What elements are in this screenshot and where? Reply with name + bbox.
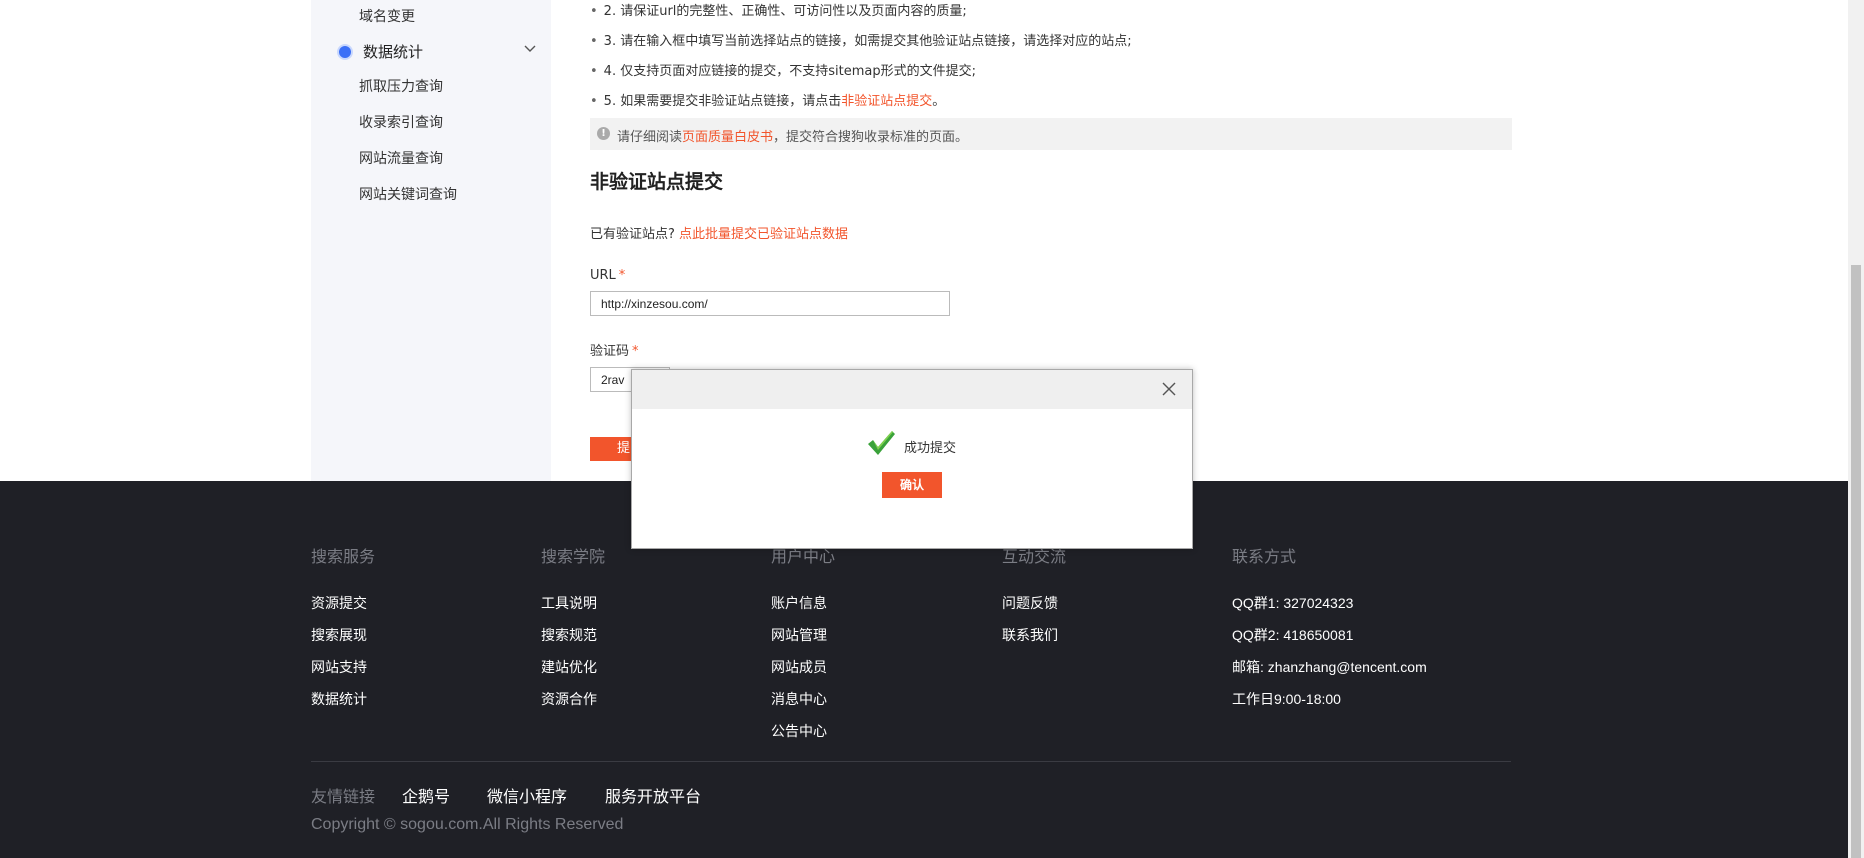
non-verified-submit-link[interactable]: 非验证站点提交 xyxy=(841,94,932,109)
footer-link[interactable]: 网站成员 xyxy=(771,657,827,677)
confirm-button[interactable]: 确认 xyxy=(882,472,942,498)
friend-links-label: 友情链接 xyxy=(311,787,376,806)
friend-link[interactable]: 微信小程序 xyxy=(487,783,567,807)
scrollbar-thumb[interactable] xyxy=(1851,265,1861,858)
footer-link[interactable]: 公告中心 xyxy=(771,721,827,741)
sidebar-item-domain-change[interactable]: 域名变更 xyxy=(359,6,415,26)
success-dialog: 成功提交 确认 xyxy=(631,369,1193,549)
copyright: Copyright © sogou.com.All Rights Reserve… xyxy=(311,816,624,833)
footer-link[interactable]: 工具说明 xyxy=(541,593,597,613)
footer-link[interactable]: 联系我们 xyxy=(1002,625,1058,645)
footer-col-title: 搜索学院 xyxy=(541,547,606,566)
sidebar-item-keyword-query[interactable]: 网站关键词查询 xyxy=(359,184,457,204)
sidebar-item-crawl-pressure[interactable]: 抓取压力查询 xyxy=(359,76,443,96)
footer-divider xyxy=(311,761,1511,762)
bullet-dot-icon xyxy=(339,46,351,58)
footer-link[interactable]: 资源合作 xyxy=(541,689,597,709)
contact-qq2: QQ群2: 418650081 xyxy=(1232,627,1354,643)
footer-link[interactable]: 搜索规范 xyxy=(541,625,597,645)
notice-bar: ! 请仔细阅读页面质量白皮书，提交符合搜狗收录标准的页面。 xyxy=(590,118,1512,150)
sidebar-group-data-stats[interactable]: 数据统计 xyxy=(329,40,539,62)
dialog-header xyxy=(632,370,1192,409)
batch-submit-link[interactable]: 点此批量提交已验证站点数据 xyxy=(679,227,848,242)
footer-link[interactable]: 网站支持 xyxy=(311,657,367,677)
footer-link[interactable]: 搜索展现 xyxy=(311,625,367,645)
rule-item: • 3. 请在输入框中填写当前选择站点的链接，如需提交其他验证站点链接，请选择对应… xyxy=(590,34,1132,49)
sidebar-item-traffic-query[interactable]: 网站流量查询 xyxy=(359,148,443,168)
rule-item: • 5. 如果需要提交非验证站点链接，请点击非验证站点提交。 xyxy=(590,94,946,109)
rule-item: • 4. 仅支持页面对应链接的提交，不支持sitemap形式的文件提交; xyxy=(590,64,976,79)
contact-hours: 工作日9:00-18:00 xyxy=(1232,691,1341,707)
footer-link[interactable]: 数据统计 xyxy=(311,689,367,709)
contact-email: 邮箱: zhanzhang@tencent.com xyxy=(1232,659,1427,675)
url-input[interactable] xyxy=(590,291,950,316)
footer-link[interactable]: 问题反馈 xyxy=(1002,593,1058,613)
contact-qq1: QQ群1: 327024323 xyxy=(1232,595,1354,611)
rule-item: • 2. 请保证url的完整性、正确性、可访问性以及页面内容的质量; xyxy=(590,4,967,19)
chevron-down-icon xyxy=(524,45,536,52)
captcha-label: 验证码 * xyxy=(590,344,639,359)
dialog-message: 成功提交 xyxy=(904,441,957,456)
info-icon: ! xyxy=(597,127,610,140)
verified-site-hint: 已有验证站点? 点此批量提交已验证站点数据 xyxy=(590,227,849,242)
checkmark-icon xyxy=(868,431,895,455)
section-title: 非验证站点提交 xyxy=(590,171,724,193)
friend-link[interactable]: 企鹅号 xyxy=(402,783,450,807)
sidebar: 域名变更 数据统计 抓取压力查询 收录索引查询 网站流量查询 网站关键词查询 xyxy=(311,0,551,481)
footer-col-title: 搜索服务 xyxy=(311,547,376,566)
footer-link[interactable]: 建站优化 xyxy=(541,657,597,677)
footer-link[interactable]: 消息中心 xyxy=(771,689,827,709)
close-icon[interactable] xyxy=(1162,382,1176,396)
url-label: URL * xyxy=(590,268,626,283)
sidebar-group-label: 数据统计 xyxy=(363,43,424,61)
footer-link[interactable]: 网站管理 xyxy=(771,625,827,645)
sidebar-item-index-query[interactable]: 收录索引查询 xyxy=(359,112,443,132)
footer-link[interactable]: 账户信息 xyxy=(771,593,827,613)
footer-col-title: 联系方式 xyxy=(1232,547,1297,566)
footer-link[interactable]: 资源提交 xyxy=(311,593,367,613)
friend-link[interactable]: 服务开放平台 xyxy=(605,783,701,807)
quality-whitepaper-link[interactable]: 页面质量白皮书 xyxy=(682,130,773,145)
